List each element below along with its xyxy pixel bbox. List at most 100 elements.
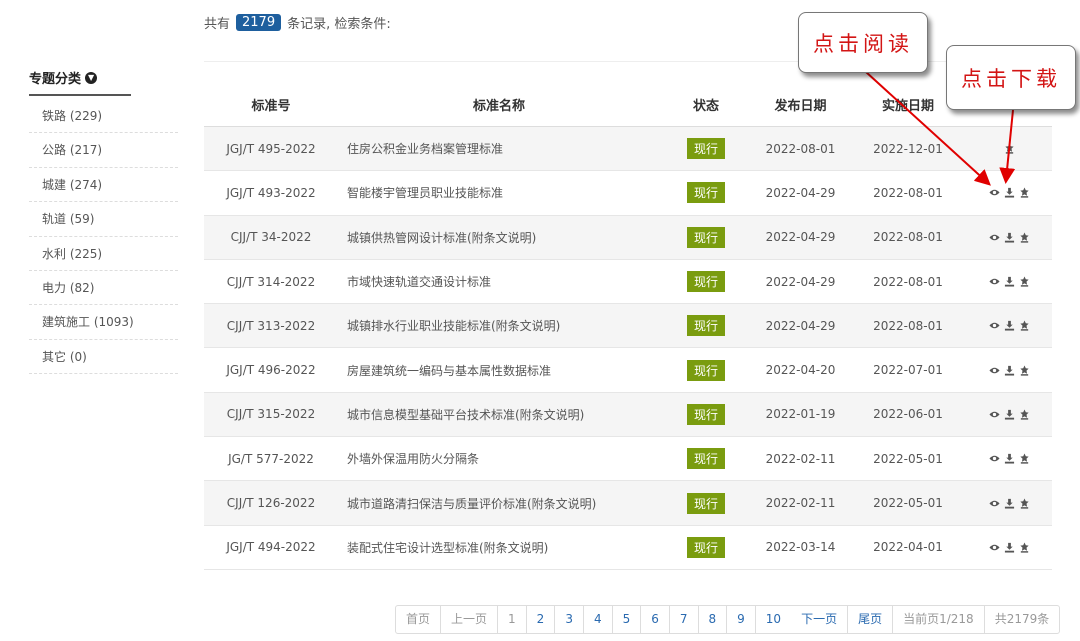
eye-icon[interactable]	[989, 409, 1000, 420]
bookmark-icon[interactable]	[1004, 143, 1015, 154]
pagination: 首页 上一页 1 2 3 4 5 6 7 8 9 10 下一页 尾页 当前页1/218 共2179…	[395, 605, 1061, 634]
eye-icon[interactable]	[989, 498, 1000, 509]
eye-icon[interactable]	[989, 453, 1000, 464]
standard-name[interactable]: 城镇供热管网设计标准(附条文说明)	[338, 229, 660, 246]
bookmark-icon[interactable]	[1019, 187, 1030, 199]
bookmark-icon[interactable]	[1019, 409, 1030, 420]
standard-code: JGJ/T 496-2022	[226, 363, 316, 378]
page-number-button[interactable]: 6	[641, 606, 670, 633]
implement-date: 2022-07-01	[873, 363, 943, 378]
table-row: JGJ/T 493-2022 智能楼宇管理员职业技能标准 现行 2022-04-29 2…	[204, 171, 1052, 216]
standard-code: CJJ/T 313-2022	[226, 318, 316, 333]
download-icon[interactable]	[1004, 320, 1015, 331]
eye-icon[interactable]	[989, 320, 1000, 331]
download-icon[interactable]	[1004, 453, 1015, 464]
sidebar-title-label: 专题分类	[29, 72, 82, 87]
standard-name[interactable]: 住房公积金业务档案管理标准	[338, 140, 660, 157]
row-actions	[967, 365, 1052, 376]
row-actions	[967, 187, 1052, 199]
bookmark-icon[interactable]	[1019, 320, 1030, 331]
download-icon[interactable]	[1004, 542, 1015, 553]
header-name: 标准名称	[472, 98, 525, 114]
page-number-button[interactable]: 10	[756, 606, 791, 633]
bookmark-icon[interactable]	[1019, 276, 1030, 287]
total-count: 共2179条	[994, 612, 1050, 626]
summary-prefix: 共有	[204, 17, 231, 32]
status-cell: 现行	[660, 403, 752, 425]
status-badge: 现行	[686, 138, 725, 160]
publish-date: 2022-03-14	[765, 540, 836, 555]
implement-date: 2022-05-01	[873, 496, 943, 511]
page-number-button[interactable]: 4	[584, 606, 613, 633]
table-row: JGJ/T 496-2022 房屋建筑统一编码与基本属性数据标准 现行 2022-04…	[204, 348, 1052, 393]
implement-date: 2022-08-01	[873, 185, 943, 200]
implement-date: 2022-08-01	[873, 318, 943, 333]
implement-date: 2022-05-01	[873, 451, 943, 466]
prev-page-button[interactable]: 上一页	[441, 606, 499, 633]
standard-name[interactable]: 房屋建筑统一编码与基本属性数据标准	[338, 362, 660, 379]
implement-date: 2022-12-01	[873, 141, 943, 156]
publish-date: 2022-04-29	[765, 185, 836, 200]
standard-code: JGJ/T 495-2022	[226, 141, 316, 156]
standard-name[interactable]: 智能楼宇管理员职业技能标准	[338, 184, 660, 201]
bookmark-icon[interactable]	[1019, 365, 1030, 376]
status-badge: 现行	[686, 536, 725, 558]
page-number-button[interactable]: 5	[613, 606, 642, 633]
bookmark-icon[interactable]	[1019, 453, 1030, 464]
standard-name[interactable]: 城镇排水行业职业技能标准(附条文说明)	[338, 317, 660, 334]
sidebar-item[interactable]: 公路 (217)	[29, 133, 178, 168]
standard-name[interactable]: 城市信息模型基础平台技术标准(附条文说明)	[338, 406, 660, 423]
current-page-indicator: 当前页1/218	[893, 606, 985, 633]
eye-icon[interactable]	[989, 232, 1000, 243]
next-page-button[interactable]: 下一页	[791, 606, 849, 633]
download-icon[interactable]	[1004, 365, 1015, 376]
page-number-button[interactable]: 9	[727, 606, 756, 633]
download-icon[interactable]	[1004, 187, 1015, 198]
status-cell: 现行	[660, 271, 752, 293]
page-number-button[interactable]: 1	[498, 606, 527, 633]
read-callout: 点击阅读	[798, 12, 928, 73]
sidebar-item[interactable]: 铁路 (229)	[29, 99, 178, 134]
publish-date: 2022-04-20	[765, 363, 836, 378]
table-row: CJJ/T 313-2022 城镇排水行业职业技能标准(附条文说明) 现行 2022-…	[204, 304, 1052, 349]
download-icon[interactable]	[1004, 276, 1015, 287]
header-status: 状态	[692, 98, 719, 114]
bookmark-icon[interactable]	[1019, 497, 1030, 509]
row-actions	[967, 409, 1052, 420]
status-badge: 现行	[686, 226, 725, 248]
first-page-button[interactable]: 首页	[396, 606, 442, 633]
page-number-button[interactable]: 3	[555, 606, 584, 633]
standard-name[interactable]: 市域快速轨道交通设计标准	[338, 273, 660, 290]
download-icon[interactable]	[1004, 409, 1015, 420]
row-actions	[967, 320, 1052, 331]
chevron-down-icon: ▼	[85, 71, 98, 84]
page-number-button[interactable]: 2	[527, 606, 556, 633]
page-number-button[interactable]: 7	[670, 606, 699, 633]
eye-icon[interactable]	[989, 365, 1000, 376]
last-page-button[interactable]: 尾页	[848, 606, 894, 633]
standard-name[interactable]: 外墙外保温用防火分隔条	[338, 450, 660, 467]
eye-icon[interactable]	[989, 187, 1000, 198]
eye-icon[interactable]	[989, 542, 1000, 553]
sidebar-title[interactable]: 专题分类 ▼	[29, 62, 131, 96]
standard-name[interactable]: 城市道路清扫保洁与质量评价标准(附条文说明)	[338, 495, 660, 512]
sidebar-item[interactable]: 电力 (82)	[29, 271, 178, 306]
sidebar-item[interactable]: 城建 (274)	[29, 168, 178, 203]
status-cell: 现行	[660, 138, 752, 160]
standard-code: CJJ/T 34-2022	[230, 230, 312, 245]
sidebar-item[interactable]: 其它 (0)	[29, 340, 178, 375]
standard-name[interactable]: 装配式住宅设计选型标准(附条文说明)	[338, 539, 660, 556]
eye-icon[interactable]	[989, 276, 1000, 287]
sidebar-item[interactable]: 水利 (225)	[29, 237, 178, 271]
header-publish-date: 发布日期	[774, 98, 827, 114]
bookmark-icon[interactable]	[1019, 542, 1030, 553]
status-badge: 现行	[686, 492, 725, 514]
sidebar-item[interactable]: 轨道 (59)	[29, 202, 178, 237]
status-cell: 现行	[660, 315, 752, 337]
page-number-button[interactable]: 8	[699, 606, 728, 633]
sidebar-item[interactable]: 建筑施工 (1093)	[29, 305, 178, 340]
download-icon[interactable]	[1004, 498, 1015, 509]
download-icon[interactable]	[1004, 232, 1015, 243]
bookmark-icon[interactable]	[1019, 232, 1030, 243]
row-actions	[967, 143, 1052, 154]
